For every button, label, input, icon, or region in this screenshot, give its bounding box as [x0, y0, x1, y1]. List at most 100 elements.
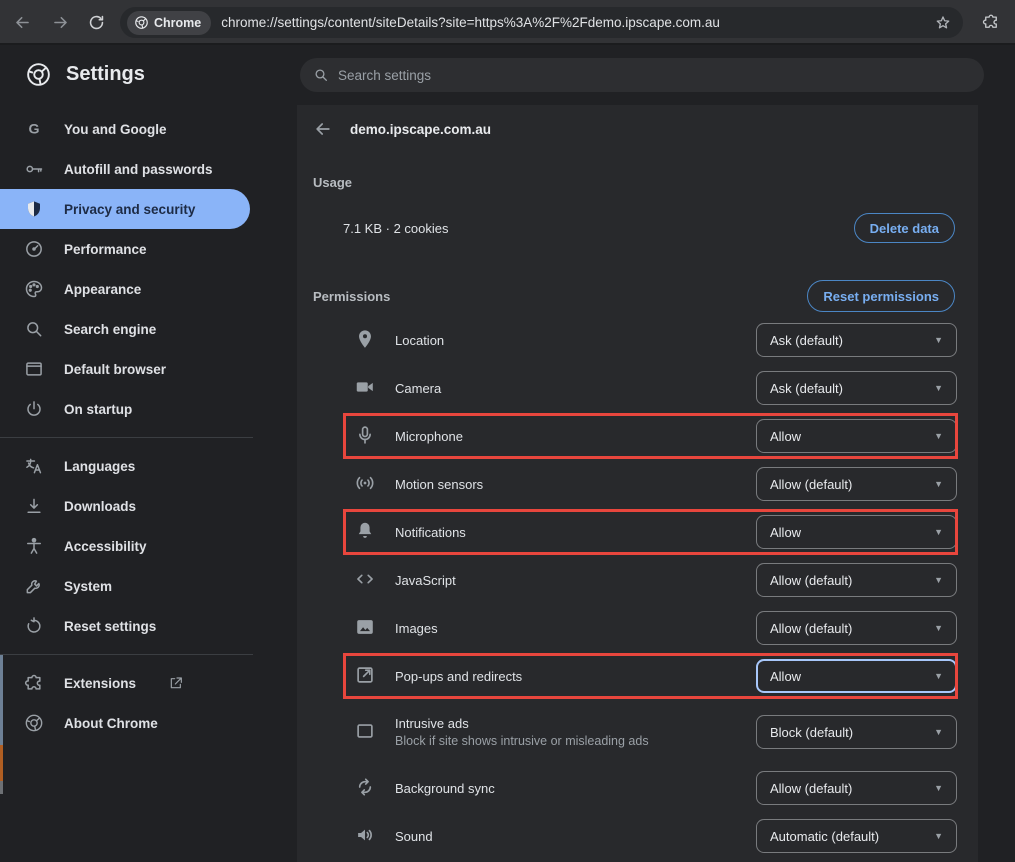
delete-data-button[interactable]: Delete data	[854, 213, 955, 243]
google-g-icon: G	[24, 119, 44, 139]
sidebar-item-on-startup[interactable]: On startup	[0, 389, 250, 429]
sidebar-item-about-chrome[interactable]: About Chrome	[0, 703, 250, 743]
javascript-dropdown[interactable]: Allow (default)▼	[756, 563, 957, 597]
site-title: demo.ipscape.com.au	[350, 122, 491, 137]
permission-label: Camera	[395, 381, 441, 396]
sidebar-item-you-and-google[interactable]: G You and Google	[0, 109, 250, 149]
sidebar-divider	[0, 437, 253, 438]
chrome-logo-icon	[134, 15, 149, 30]
speaker-icon	[353, 824, 377, 848]
permissions-header: Permissions Reset permissions	[313, 280, 955, 312]
chevron-down-icon: ▼	[934, 383, 943, 393]
search-icon	[24, 319, 44, 339]
permission-row-intrusive-ads: Intrusive ads Block if site shows intrusi…	[297, 700, 978, 764]
sidebar-item-accessibility[interactable]: Accessibility	[0, 526, 250, 566]
sidebar-item-label: Search engine	[64, 322, 156, 337]
camera-icon	[353, 376, 377, 400]
sidebar-item-label: Extensions	[64, 676, 136, 691]
notifications-dropdown[interactable]: Allow▼	[756, 515, 957, 549]
permission-row-popups-and-redirects: Pop-ups and redirectsAllow▼	[297, 652, 978, 700]
image-icon	[353, 616, 377, 640]
permission-label: Intrusive ads	[395, 716, 649, 731]
sidebar-item-languages[interactable]: Languages	[0, 446, 250, 486]
sound-dropdown[interactable]: Automatic (default)▼	[756, 819, 957, 853]
sidebar-item-extensions[interactable]: Extensions	[0, 663, 250, 703]
sidebar-item-autofill-and-passwords[interactable]: Autofill and passwords	[0, 149, 250, 189]
shield-icon	[24, 199, 44, 219]
permission-label: Background sync	[395, 781, 495, 796]
dropdown-value: Allow (default)	[770, 621, 934, 636]
sidebar-item-label: Downloads	[64, 499, 136, 514]
page-title: Settings	[66, 63, 145, 86]
permission-label: Location	[395, 333, 444, 348]
back-icon[interactable]	[13, 13, 32, 32]
motion-sensors-icon	[353, 472, 377, 496]
popups-and-redirects-dropdown[interactable]: Allow▼	[756, 659, 957, 693]
sidebar-nav: G You and Google Autofill and passwordsPri…	[0, 105, 297, 862]
power-icon	[24, 399, 44, 419]
location-icon	[353, 328, 377, 352]
download-icon	[24, 496, 44, 516]
ads-box-icon	[353, 720, 377, 744]
back-arrow-icon[interactable]	[313, 119, 333, 139]
background-sync-dropdown[interactable]: Allow (default)▼	[756, 771, 957, 805]
sidebar-item-label: Performance	[64, 242, 147, 257]
microphone-dropdown[interactable]: Allow▼	[756, 419, 957, 453]
sidebar-item-downloads[interactable]: Downloads	[0, 486, 250, 526]
sidebar-item-system[interactable]: System	[0, 566, 250, 606]
permission-row-javascript: JavaScriptAllow (default)▼	[297, 556, 978, 604]
permission-row-motion-sensors: Motion sensors Allow (default)▼	[297, 460, 978, 508]
permission-sublabel: Block if site shows intrusive or mislead…	[395, 734, 649, 748]
permissions-section-label: Permissions	[313, 289, 807, 304]
svg-text:G: G	[28, 122, 39, 138]
dropdown-value: Ask (default)	[770, 333, 934, 348]
chevron-down-icon: ▼	[934, 479, 943, 489]
chevron-down-icon: ▼	[934, 671, 943, 681]
bookmark-star-icon[interactable]	[934, 14, 952, 32]
permission-label: Microphone	[395, 429, 463, 444]
permission-row-microphone: Microphone Allow▼	[297, 412, 978, 460]
sidebar-item-label: Default browser	[64, 362, 166, 377]
sidebar-item-reset-settings[interactable]: Reset settings	[0, 606, 250, 646]
sidebar-item-label: About Chrome	[64, 716, 158, 731]
permissions-list: LocationAsk (default)▼CameraAsk (default…	[297, 316, 978, 860]
search-icon	[313, 67, 329, 83]
permission-label: Sound	[395, 829, 433, 844]
location-dropdown[interactable]: Ask (default)▼	[756, 323, 957, 357]
sidebar-item-label: You and Google	[64, 122, 167, 137]
sidebar-item-label: Reset settings	[64, 619, 156, 634]
extensions-puzzle-icon[interactable]	[982, 13, 1000, 31]
dropdown-value: Allow (default)	[770, 573, 934, 588]
sidebar-divider	[0, 654, 253, 655]
chevron-down-icon: ▼	[934, 431, 943, 441]
sidebar-item-appearance[interactable]: Appearance	[0, 269, 250, 309]
chrome-logo-icon	[24, 713, 44, 733]
sidebar-item-privacy-and-security[interactable]: Privacy and security	[0, 189, 250, 229]
chrome-logo-icon	[25, 61, 52, 88]
sidebar-item-label: System	[64, 579, 112, 594]
permission-row-camera: Camera Ask (default)▼	[297, 364, 978, 412]
url-text[interactable]: chrome://settings/content/siteDetails?si…	[221, 15, 934, 30]
browser-window-icon	[24, 359, 44, 379]
reset-icon	[24, 616, 44, 636]
sidebar-item-default-browser[interactable]: Default browser	[0, 349, 250, 389]
url-bar[interactable]: Chrome chrome://settings/content/siteDet…	[120, 7, 963, 38]
dropdown-value: Allow	[770, 525, 934, 540]
dropdown-value: Allow	[770, 669, 934, 684]
camera-dropdown[interactable]: Ask (default)▼	[756, 371, 957, 405]
settings-search[interactable]	[300, 58, 984, 92]
chrome-page-badge: Chrome	[127, 11, 211, 35]
forward-icon[interactable]	[51, 13, 70, 32]
motion-sensors-dropdown[interactable]: Allow (default)▼	[756, 467, 957, 501]
reset-permissions-button[interactable]: Reset permissions	[807, 280, 955, 312]
images-dropdown[interactable]: Allow (default)▼	[756, 611, 957, 645]
desktop-edge-sliver	[0, 655, 3, 745]
search-input[interactable]	[338, 68, 938, 83]
translate-icon	[24, 456, 44, 476]
intrusive-ads-dropdown[interactable]: Block (default)▼	[756, 715, 957, 749]
reload-icon[interactable]	[87, 13, 106, 32]
sidebar-item-search-engine[interactable]: Search engine	[0, 309, 250, 349]
permission-label: Motion sensors	[395, 477, 483, 492]
sidebar-item-performance[interactable]: Performance	[0, 229, 250, 269]
desktop-edge-sliver	[0, 745, 3, 781]
